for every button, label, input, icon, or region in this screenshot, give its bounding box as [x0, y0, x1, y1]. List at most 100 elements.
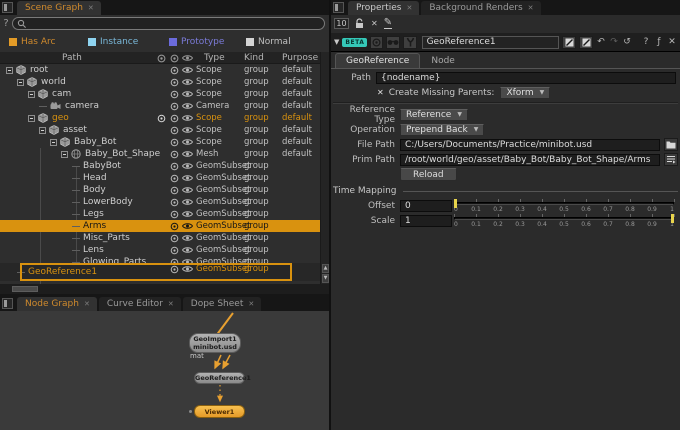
- visibility-eye-icon[interactable]: [181, 160, 194, 172]
- node-count-field[interactable]: 10: [334, 18, 349, 29]
- path-field[interactable]: {nodename}: [376, 72, 676, 84]
- offset-field[interactable]: 0: [400, 200, 452, 212]
- edit-mode-icon[interactable]: [579, 36, 593, 49]
- table-row-lowerbody[interactable]: LowerBodyGeomSubsetgroup: [0, 196, 320, 208]
- pane-menu-icon[interactable]: [333, 2, 344, 13]
- column-purpose[interactable]: Purpose: [282, 52, 318, 64]
- operation-dropdown[interactable]: Prepend Back ▼: [400, 124, 484, 136]
- table-row-geo[interactable]: geoScopegroupdefault: [0, 112, 320, 124]
- tab-node-graph[interactable]: Node Graph ✕: [17, 297, 97, 311]
- visibility-eye-icon[interactable]: [181, 172, 194, 184]
- column-kind[interactable]: Kind: [244, 52, 280, 64]
- file-browser-icon[interactable]: [664, 138, 678, 151]
- proxy-state-icon[interactable]: [168, 263, 180, 275]
- visibility-eye-icon[interactable]: [181, 100, 194, 112]
- visibility-eye-icon[interactable]: [181, 88, 194, 100]
- expand-toggle[interactable]: [61, 151, 68, 158]
- visibility-eye-icon[interactable]: [181, 76, 194, 88]
- table-row-cam[interactable]: camScopegroupdefault: [0, 88, 320, 100]
- scroll-up-button[interactable]: ▲: [322, 264, 329, 273]
- close-icon[interactable]: ✕: [406, 4, 412, 12]
- visibility-eye-icon[interactable]: [181, 64, 194, 76]
- proxy-state-icon[interactable]: [168, 172, 180, 184]
- target-icon[interactable]: [370, 36, 383, 49]
- script-icon[interactable]: ƒ: [654, 37, 664, 47]
- proxy-state-icon[interactable]: [168, 244, 180, 256]
- create-missing-parents-checkbox[interactable]: ✕: [377, 88, 384, 97]
- glasses-icon[interactable]: [386, 36, 400, 49]
- visibility-eye-icon[interactable]: [181, 263, 194, 275]
- visibility-eye-icon[interactable]: [181, 148, 194, 160]
- table-row-asset[interactable]: assetScopegroupdefault: [0, 124, 320, 136]
- close-icon[interactable]: ✕: [168, 300, 174, 308]
- tab-curve-editor[interactable]: Curve Editor ✕: [99, 297, 181, 311]
- slider-handle[interactable]: [671, 214, 674, 223]
- chevron-down-icon[interactable]: ▼: [334, 38, 339, 46]
- table-row-arms[interactable]: ArmsGeomSubsetgroup: [0, 220, 320, 232]
- expand-toggle[interactable]: [28, 115, 35, 122]
- table-row-legs[interactable]: LegsGeomSubsetgroup: [0, 208, 320, 220]
- reload-button[interactable]: Reload: [400, 168, 457, 181]
- tab-background-renders[interactable]: Background Renders ✕: [421, 1, 540, 15]
- proxy-state-icon[interactable]: [168, 160, 180, 172]
- visibility-eye-icon[interactable]: [181, 184, 194, 196]
- table-row-babybot[interactable]: BabyBotGeomSubsetgroup: [0, 160, 320, 172]
- node-viewer1[interactable]: Viewer1: [194, 405, 245, 418]
- proxy-state-icon[interactable]: [168, 64, 180, 76]
- render-state-icon[interactable]: [155, 112, 167, 124]
- proxy-state-icon[interactable]: [168, 208, 180, 220]
- slider-handle[interactable]: [454, 199, 457, 208]
- visibility-eye-icon[interactable]: [181, 136, 194, 148]
- help-icon[interactable]: ?: [641, 37, 651, 47]
- table-row-baby_bot[interactable]: Baby_BotScopegroupdefault: [0, 136, 320, 148]
- horizontal-scrollbar[interactable]: [0, 284, 329, 294]
- slider-track[interactable]: [454, 202, 674, 205]
- column-path[interactable]: Path: [62, 52, 82, 64]
- pane-menu-icon[interactable]: [2, 2, 13, 13]
- node-geoimport1[interactable]: GeoImport1 minibot.usd: [189, 333, 241, 353]
- visibility-eye-icon[interactable]: [181, 208, 194, 220]
- close-icon[interactable]: ✕: [667, 37, 677, 47]
- table-row-root[interactable]: rootScopegroupdefault: [0, 64, 320, 76]
- proxy-state-icon[interactable]: [168, 112, 180, 124]
- column-visibility-icon[interactable]: [181, 52, 194, 64]
- close-icon[interactable]: ✕: [88, 4, 94, 12]
- table-row-georeference1[interactable]: GeoReference1GeomSubsetgroup: [0, 263, 320, 281]
- create-missing-parents-dropdown[interactable]: Xform ▼: [500, 87, 550, 99]
- table-row-head[interactable]: HeadGeomSubsetgroup: [0, 172, 320, 184]
- proxy-state-icon[interactable]: [168, 100, 180, 112]
- close-icon[interactable]: ✕: [84, 300, 90, 308]
- visibility-eye-icon[interactable]: [181, 244, 194, 256]
- expand-toggle[interactable]: [39, 127, 46, 134]
- node-input-port[interactable]: [189, 410, 192, 413]
- expand-toggle[interactable]: [6, 67, 13, 74]
- proxy-state-icon[interactable]: [168, 232, 180, 244]
- expand-toggle[interactable]: [28, 91, 35, 98]
- table-row-camera[interactable]: cameraCameragroupdefault: [0, 100, 320, 112]
- proxy-state-icon[interactable]: [168, 76, 180, 88]
- table-row-baby_bot_shape[interactable]: Baby_Bot_ShapeMeshgroupdefault: [0, 148, 320, 160]
- visibility-eye-icon[interactable]: [181, 220, 194, 232]
- undo-icon[interactable]: ↶: [596, 37, 606, 47]
- scrollbar-thumb[interactable]: [12, 286, 38, 292]
- search-input[interactable]: [12, 17, 325, 30]
- visibility-eye-icon[interactable]: [181, 112, 194, 124]
- table-row-misc_parts[interactable]: Misc_PartsGeomSubsetgroup: [0, 232, 320, 244]
- proxy-state-icon[interactable]: [168, 196, 180, 208]
- tab-georeference[interactable]: GeoReference: [335, 53, 420, 68]
- table-row-world[interactable]: worldScopegroupdefault: [0, 76, 320, 88]
- table-row-body[interactable]: BodyGeomSubsetgroup: [0, 184, 320, 196]
- fork-icon[interactable]: [403, 36, 416, 49]
- slider-track[interactable]: [454, 217, 674, 220]
- proxy-state-icon[interactable]: [168, 148, 180, 160]
- tab-scene-graph[interactable]: Scene Graph ✕: [17, 1, 101, 15]
- proxy-state-icon[interactable]: [168, 124, 180, 136]
- column-render-icon[interactable]: [155, 52, 167, 64]
- scale-field[interactable]: 1: [400, 215, 452, 227]
- revert-icon[interactable]: ↺: [622, 37, 632, 47]
- expand-toggle[interactable]: [17, 79, 24, 86]
- offset-slider[interactable]: 00.10.20.30.40.50.60.70.80.91: [454, 199, 674, 213]
- scroll-down-button[interactable]: ▼: [322, 274, 329, 283]
- clear-properties-icon[interactable]: ✕: [371, 19, 378, 28]
- close-icon[interactable]: ✕: [248, 300, 254, 308]
